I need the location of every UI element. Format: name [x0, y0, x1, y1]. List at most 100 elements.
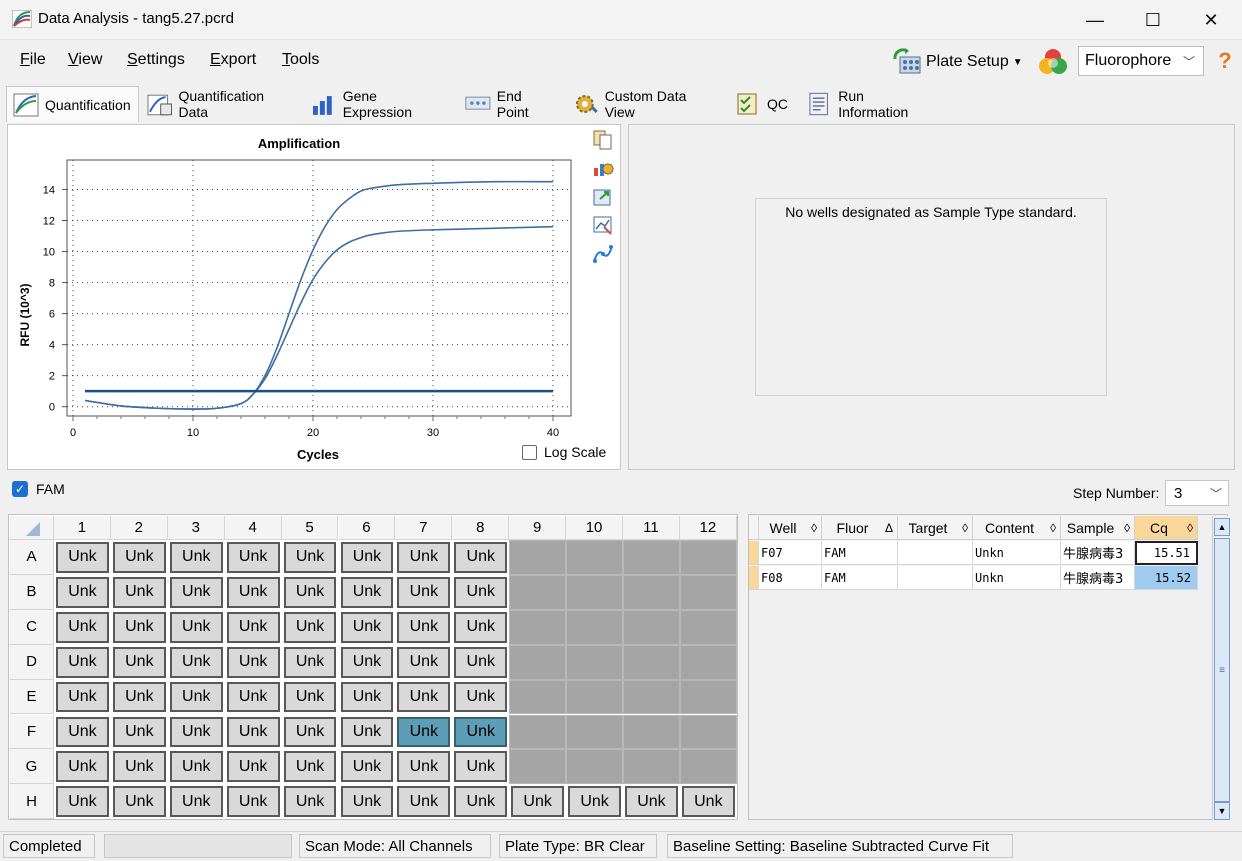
well-B11[interactable]: [623, 574, 680, 610]
well-C11[interactable]: [623, 609, 680, 645]
plate-row-header[interactable]: C: [10, 609, 54, 645]
cell-content[interactable]: Unkn: [973, 541, 1061, 565]
scroll-up-button[interactable]: ▲: [1214, 518, 1230, 536]
cell-target[interactable]: [898, 541, 973, 565]
plate-row-header[interactable]: H: [10, 784, 54, 820]
well-G10[interactable]: [566, 749, 623, 785]
well-B10[interactable]: [566, 574, 623, 610]
sort-icon[interactable]: ◊: [962, 521, 968, 535]
well-A4[interactable]: Unk: [226, 542, 280, 573]
well-E1[interactable]: Unk: [56, 681, 109, 713]
cell-cq[interactable]: 15.51: [1135, 541, 1198, 565]
well-B2[interactable]: Unk: [112, 576, 166, 608]
well-E2[interactable]: Unk: [112, 681, 166, 713]
sort-icon[interactable]: ◊: [811, 521, 817, 535]
column-header-sample[interactable]: Sample ◊: [1061, 516, 1135, 540]
well-G6[interactable]: Unk: [340, 751, 394, 783]
fluorophore-select[interactable]: Fluorophore ﹀: [1078, 46, 1204, 76]
well-D4[interactable]: Unk: [226, 646, 280, 678]
curve-fit-icon[interactable]: [592, 244, 614, 264]
well-C7[interactable]: Unk: [397, 611, 451, 643]
select-all-corner[interactable]: [10, 516, 54, 540]
well-B9[interactable]: [509, 574, 567, 610]
well-H3[interactable]: Unk: [169, 786, 223, 818]
well-H5[interactable]: Unk: [283, 786, 337, 818]
vertical-scrollbar[interactable]: ▲ ≡ ▼: [1212, 516, 1230, 820]
tab-run-information[interactable]: Run Information: [800, 86, 942, 122]
well-E8[interactable]: Unk: [454, 681, 508, 713]
well-E12[interactable]: [679, 679, 737, 715]
well-A6[interactable]: Unk: [340, 542, 394, 573]
well-E5[interactable]: Unk: [283, 681, 337, 713]
menu-tools[interactable]: Tools: [282, 51, 319, 69]
well-B8[interactable]: Unk: [454, 576, 508, 608]
minimize-button[interactable]: —: [1066, 0, 1124, 40]
amplification-curve-2[interactable]: [84, 225, 554, 410]
tab-end-point[interactable]: End Point: [458, 86, 564, 122]
well-F3[interactable]: Unk: [169, 716, 223, 748]
column-header-target[interactable]: Target ◊: [898, 516, 973, 540]
well-D8[interactable]: Unk: [454, 646, 508, 678]
well-D1[interactable]: Unk: [56, 646, 109, 678]
plate-column-header[interactable]: 10: [566, 516, 623, 540]
plate-setup-button[interactable]: Plate Setup ▼: [892, 46, 1030, 78]
cell-fluor[interactable]: FAM: [822, 566, 898, 590]
well-H8[interactable]: Unk: [454, 786, 508, 818]
plate-row-header[interactable]: G: [10, 749, 54, 785]
well-B1[interactable]: Unk: [56, 576, 109, 608]
well-G7[interactable]: Unk: [397, 751, 451, 783]
well-C6[interactable]: Unk: [340, 611, 394, 643]
cell-sample[interactable]: 牛腺病毒3: [1061, 566, 1135, 590]
plate-column-header[interactable]: 5: [281, 516, 339, 540]
well-F12[interactable]: [679, 714, 737, 750]
color-palette-icon[interactable]: [1038, 47, 1068, 77]
maximize-button[interactable]: ☐: [1124, 0, 1182, 40]
well-C10[interactable]: [566, 609, 623, 645]
plate-column-header[interactable]: 1: [54, 516, 111, 540]
cell-cq[interactable]: 15.52: [1135, 566, 1198, 590]
well-D12[interactable]: [679, 644, 737, 680]
well-B4[interactable]: Unk: [226, 576, 280, 608]
plate-column-header[interactable]: 11: [623, 516, 680, 540]
well-A2[interactable]: Unk: [112, 542, 166, 573]
zoom-chart-icon[interactable]: [592, 215, 614, 235]
column-header-well[interactable]: Well ◊: [759, 516, 822, 540]
well-H11[interactable]: Unk: [625, 786, 678, 818]
well-C8[interactable]: Unk: [454, 611, 508, 643]
well-E6[interactable]: Unk: [340, 681, 394, 713]
well-H4[interactable]: Unk: [226, 786, 280, 818]
scroll-thumb[interactable]: ≡: [1214, 538, 1230, 802]
plate-column-header[interactable]: 4: [224, 516, 282, 540]
well-G1[interactable]: Unk: [56, 751, 109, 783]
well-G11[interactable]: [623, 749, 680, 785]
well-H6[interactable]: Unk: [340, 786, 394, 818]
well-F6[interactable]: Unk: [340, 716, 394, 748]
cell-target[interactable]: [898, 566, 973, 590]
sort-icon[interactable]: Δ: [885, 521, 893, 535]
well-D6[interactable]: Unk: [340, 646, 394, 678]
well-C9[interactable]: [509, 609, 567, 645]
well-E11[interactable]: [623, 679, 680, 715]
well-D10[interactable]: [566, 644, 623, 680]
well-F10[interactable]: [566, 714, 623, 750]
well-A10[interactable]: [566, 540, 623, 575]
well-D5[interactable]: Unk: [283, 646, 337, 678]
well-F4[interactable]: Unk: [226, 716, 280, 748]
tab-qc[interactable]: QC: [728, 86, 798, 122]
plate-row-header[interactable]: A: [10, 540, 54, 575]
well-A11[interactable]: [623, 540, 680, 575]
well-F9[interactable]: [509, 714, 567, 750]
sort-icon[interactable]: ◊: [1050, 521, 1056, 535]
well-G4[interactable]: Unk: [226, 751, 280, 783]
amplification-curve-1[interactable]: [84, 180, 554, 410]
plate-column-header[interactable]: 7: [395, 516, 453, 540]
close-button[interactable]: ✕: [1182, 0, 1240, 40]
well-H12[interactable]: Unk: [681, 786, 735, 818]
well-E4[interactable]: Unk: [226, 681, 280, 713]
well-E7[interactable]: Unk: [397, 681, 451, 713]
well-D3[interactable]: Unk: [169, 646, 223, 678]
cell-well[interactable]: F07: [759, 541, 822, 565]
menu-settings[interactable]: Settings: [127, 51, 185, 69]
well-A1[interactable]: Unk: [56, 542, 109, 573]
well-C2[interactable]: Unk: [112, 611, 166, 643]
